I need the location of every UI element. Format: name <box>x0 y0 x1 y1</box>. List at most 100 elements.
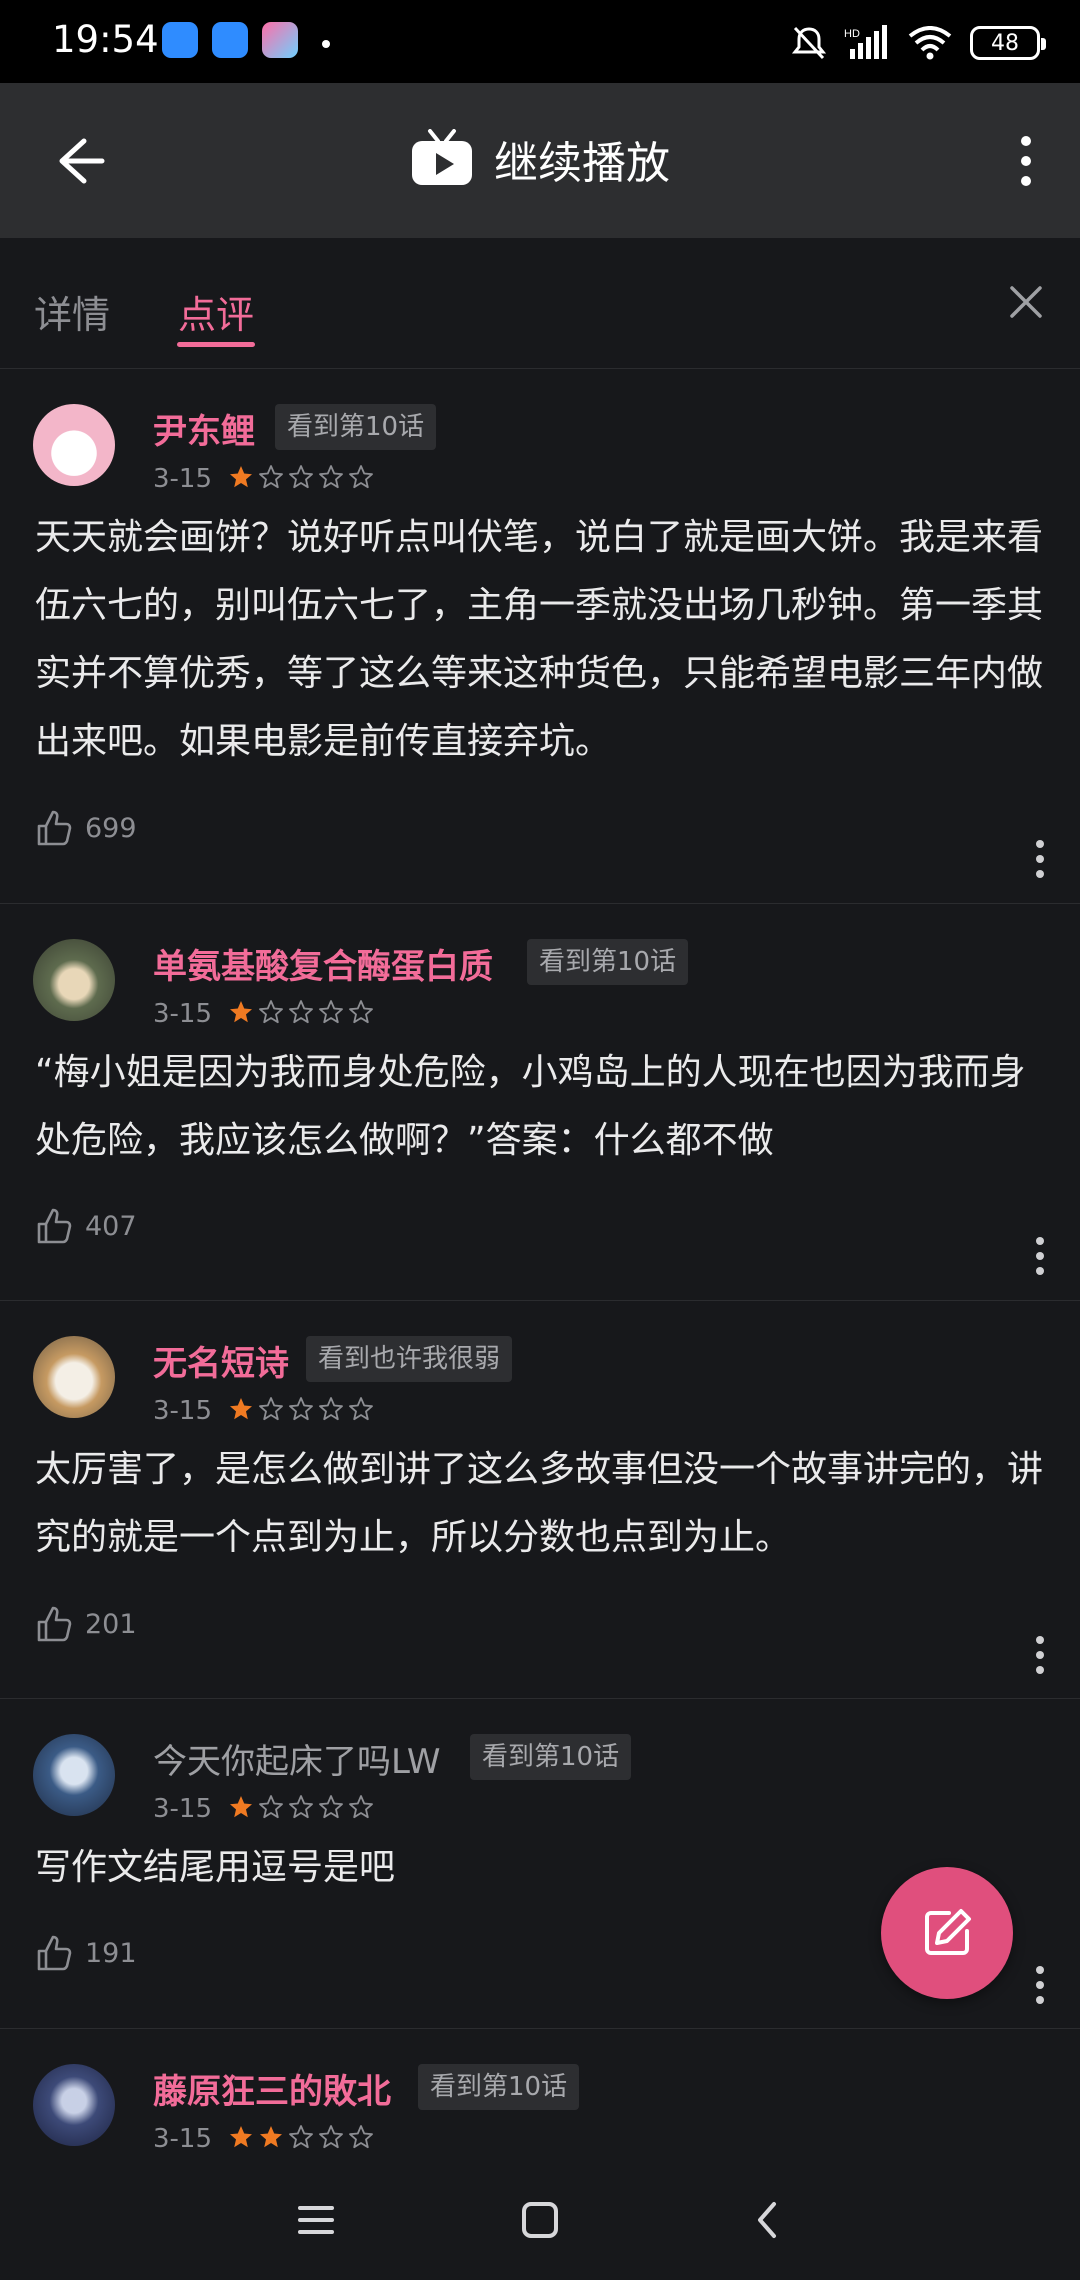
star-empty-icon <box>289 1795 313 1819</box>
reviewer-name[interactable]: 藤原狂三的敗北 <box>153 2064 391 2113</box>
home-square-icon[interactable] <box>512 2192 568 2248</box>
star-empty-icon <box>289 2125 313 2149</box>
status-time: 19:54 <box>52 18 159 61</box>
wifi-icon <box>908 26 952 60</box>
avatar[interactable] <box>33 1336 115 1418</box>
progress-badge: 看到第10话 <box>275 404 437 450</box>
star-empty-icon <box>319 2125 343 2149</box>
like-button[interactable]: 699 <box>35 808 137 848</box>
battery-icon: 48 <box>970 26 1046 60</box>
star-empty-icon <box>289 465 313 489</box>
review-text: 天天就会画饼？说好听点叫伏笔，说白了就是画大饼。我是来看伍六七的，别叫伍六七了，… <box>35 517 1044 762</box>
star-empty-icon <box>319 1000 343 1024</box>
continue-playing-button[interactable]: 继续播放 <box>0 127 1080 191</box>
svg-text:HD: HD <box>844 28 860 40</box>
more-options-icon[interactable] <box>1028 834 1052 884</box>
rating-stars <box>228 1794 374 1820</box>
star-empty-icon <box>259 465 283 489</box>
review-text: “梅小姐是因为我而身处危险，小鸡岛上的人现在也因为我而身处危险，我应该怎么做啊？… <box>35 1052 1026 1161</box>
star-empty-icon <box>349 1397 373 1421</box>
rating-stars <box>228 1396 374 1422</box>
write-review-button[interactable] <box>881 1867 1013 1999</box>
avatar[interactable] <box>33 939 115 1021</box>
star-filled-icon <box>230 2126 252 2148</box>
system-nav-bar <box>0 2160 1080 2280</box>
review-date: 3-15 <box>153 999 213 1029</box>
star-empty-icon <box>349 2125 373 2149</box>
reviewer-name[interactable]: 无名短诗 <box>153 1336 289 1385</box>
review-item: 尹东鲤 看到第10话 3-15 天天就会画饼？说好听点叫伏笔，说白了就是画大饼。… <box>0 368 1080 904</box>
review-item: 无名短诗 看到也许我很弱 3-15 太厉害了，是怎么做到讲了这么多故事但没一个故… <box>0 1300 1080 1699</box>
top-app-bar: 继续播放 <box>0 83 1080 238</box>
like-count: 191 <box>85 1937 137 1969</box>
rating-stars <box>228 2124 374 2150</box>
progress-badge: 看到第10话 <box>527 939 689 985</box>
avatar[interactable] <box>33 404 115 486</box>
app-notification-icon <box>212 22 248 58</box>
star-empty-icon <box>259 1000 283 1024</box>
star-empty-icon <box>319 1397 343 1421</box>
thumbs-up-icon <box>37 1606 72 1642</box>
tab-reviews[interactable]: 点评 <box>178 284 254 339</box>
avatar[interactable] <box>33 1734 115 1816</box>
star-empty-icon <box>349 465 373 489</box>
tv-icon <box>412 129 472 185</box>
like-count: 407 <box>85 1210 137 1242</box>
hd-signal-icon: HD <box>844 25 887 59</box>
star-filled-icon <box>230 466 252 488</box>
star-empty-icon <box>319 465 343 489</box>
progress-badge: 看到第10话 <box>418 2064 580 2110</box>
rating-stars <box>228 464 374 490</box>
bell-muted-icon <box>792 26 826 60</box>
star-empty-icon <box>259 1795 283 1819</box>
game-notification-icon <box>262 22 298 58</box>
close-icon[interactable] <box>1002 278 1050 326</box>
like-button[interactable]: 201 <box>35 1604 137 1644</box>
like-button[interactable]: 191 <box>35 1933 137 1973</box>
tab-details[interactable]: 详情 <box>34 284 110 339</box>
reviewer-name[interactable]: 单氨基酸复合酶蛋白质 <box>153 939 493 988</box>
progress-badge: 看到第10话 <box>470 1734 632 1780</box>
thumbs-up-icon <box>37 810 72 846</box>
avatar[interactable] <box>33 2064 115 2146</box>
star-empty-icon <box>349 1795 373 1819</box>
more-notifications-dot <box>322 40 330 48</box>
review-date: 3-15 <box>153 2124 213 2154</box>
star-filled-icon <box>260 2126 282 2148</box>
more-vertical-icon[interactable] <box>1004 129 1048 193</box>
thumbs-up-icon <box>37 1208 72 1244</box>
more-options-icon[interactable] <box>1028 1630 1052 1680</box>
rating-stars <box>228 999 374 1025</box>
page-title: 继续播放 <box>494 138 670 189</box>
star-filled-icon <box>230 1398 252 1420</box>
tab-bar: 详情 点评 <box>0 238 1080 369</box>
review-date: 3-15 <box>153 1794 213 1824</box>
menu-icon[interactable] <box>288 2192 344 2248</box>
thumbs-up-icon <box>37 1935 72 1971</box>
star-empty-icon <box>289 1000 313 1024</box>
review-text: 写作文结尾用逗号是吧 <box>35 1847 396 1888</box>
review-date: 3-15 <box>153 464 213 494</box>
like-count: 201 <box>85 1608 137 1640</box>
review-item: 单氨基酸复合酶蛋白质 看到第10话 3-15 “梅小姐是因为我而身处危险，小鸡岛… <box>0 903 1080 1301</box>
star-filled-icon <box>230 1001 252 1023</box>
star-empty-icon <box>319 1795 343 1819</box>
like-count: 699 <box>85 812 137 844</box>
status-bar: 19:54 HD 48 <box>0 0 1080 83</box>
reviewer-name[interactable]: 尹东鲤 <box>153 404 255 453</box>
battery-level: 48 <box>991 30 1019 56</box>
like-button[interactable]: 407 <box>35 1206 137 1246</box>
review-item: 藤原狂三的敗北 看到第10话 3-15 <box>0 2028 1080 2160</box>
star-empty-icon <box>289 1397 313 1421</box>
more-options-icon[interactable] <box>1028 1231 1052 1281</box>
review-text: 太厉害了，是怎么做到讲了这么多故事但没一个故事讲完的，讲究的就是一个点到为止，所… <box>35 1449 1044 1558</box>
progress-badge: 看到也许我很弱 <box>306 1336 513 1382</box>
star-empty-icon <box>349 1000 373 1024</box>
reviewer-name[interactable]: 今天你起床了吗LW <box>153 1734 440 1783</box>
active-tab-indicator <box>177 342 255 347</box>
review-date: 3-15 <box>153 1396 213 1426</box>
back-chevron-icon[interactable] <box>740 2192 796 2248</box>
star-filled-icon <box>230 1796 252 1818</box>
more-options-icon[interactable] <box>1028 1960 1052 2010</box>
edit-icon <box>925 1909 971 1955</box>
